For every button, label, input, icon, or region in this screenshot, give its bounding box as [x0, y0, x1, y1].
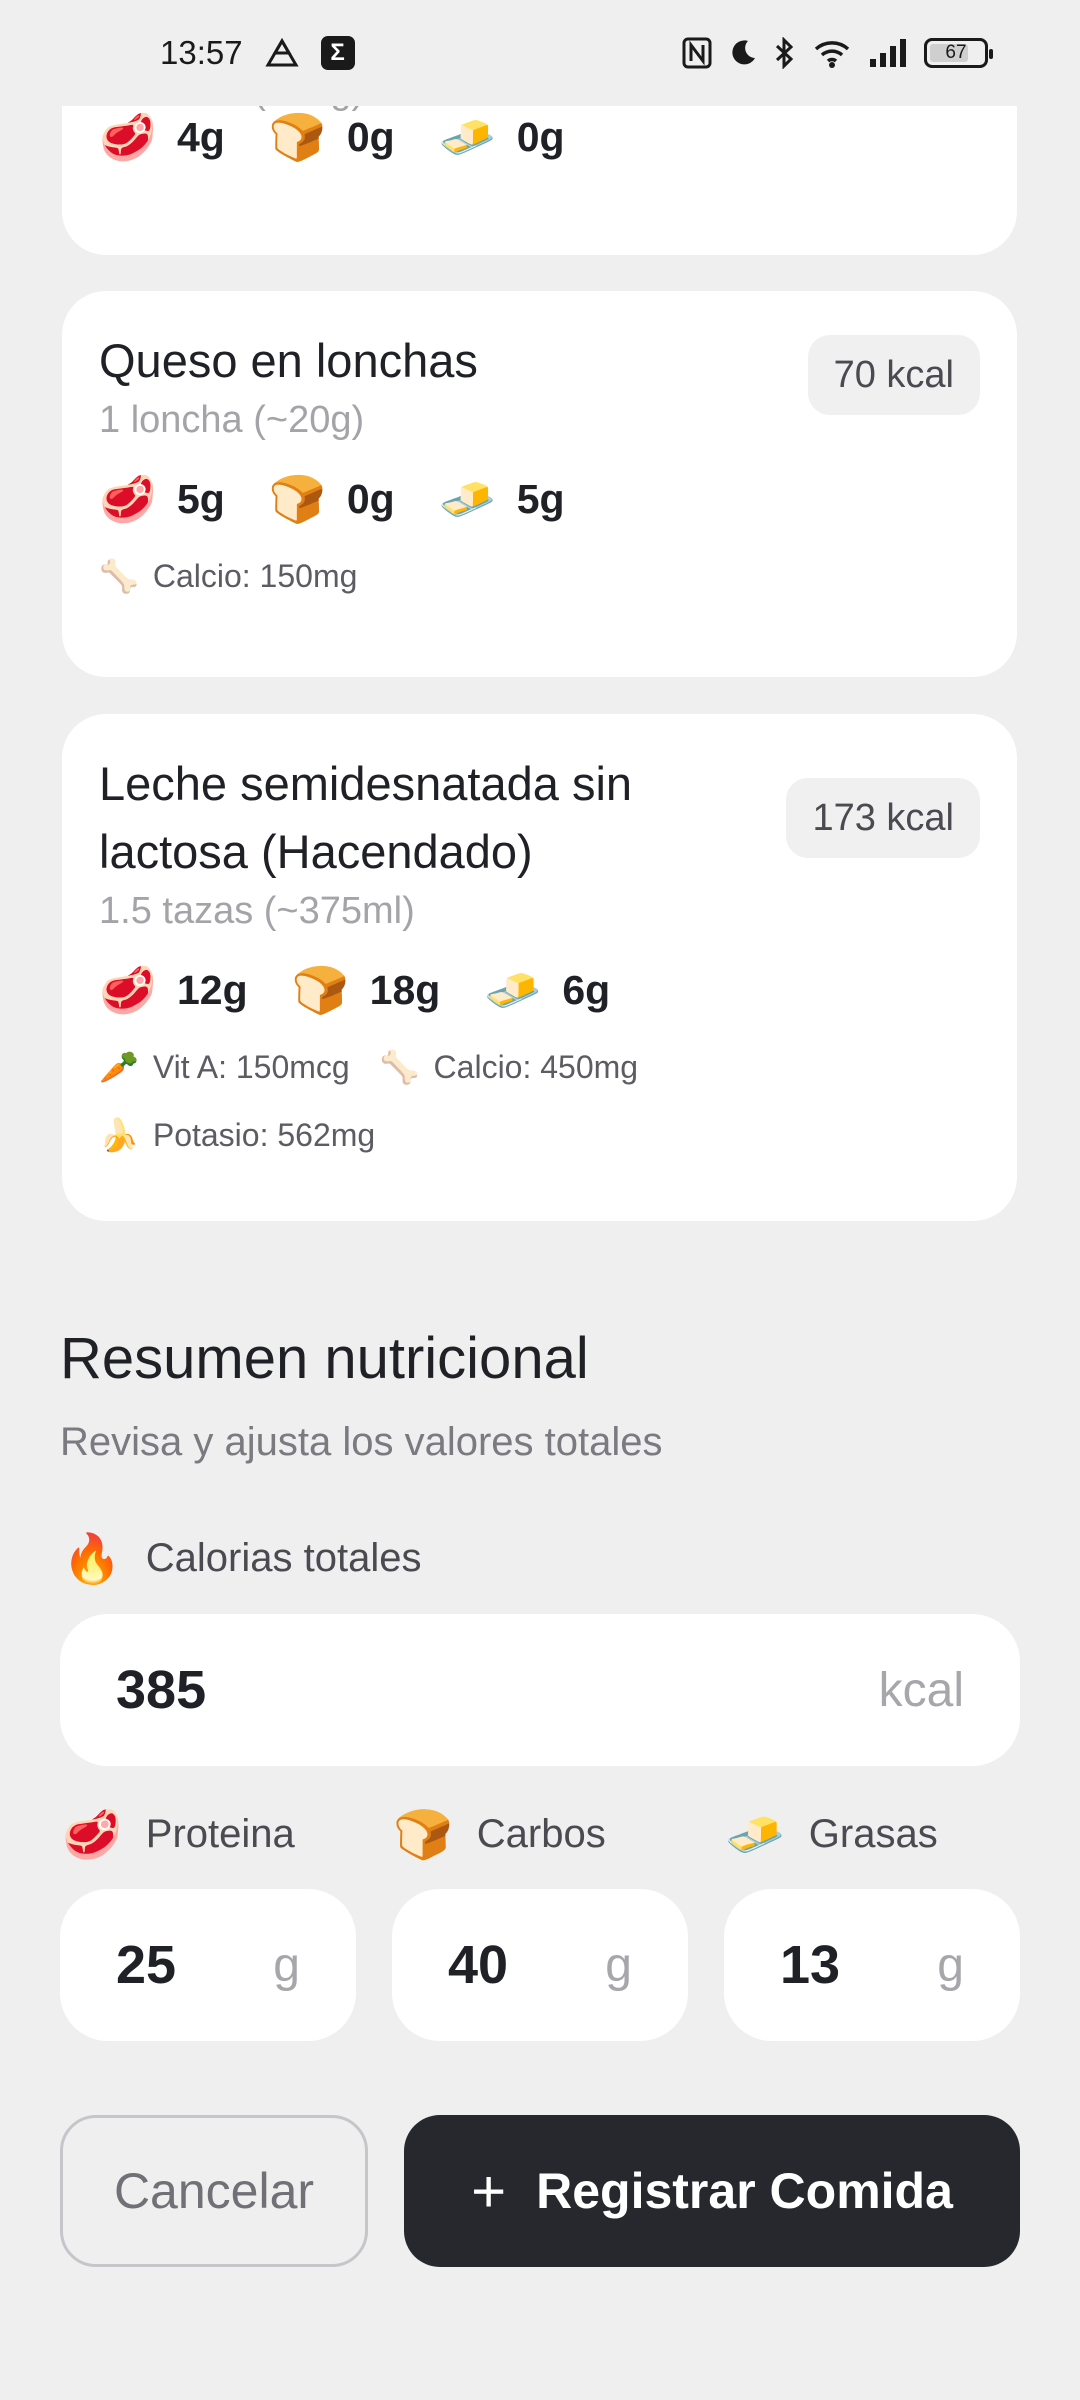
- calories-value[interactable]: 385: [116, 1659, 206, 1721]
- battery-level: 67: [945, 42, 967, 63]
- kcal-badge: 173 kcal: [786, 778, 980, 858]
- meat-icon: 🥩: [62, 1809, 122, 1862]
- status-bar: 13:57 Σ 67: [0, 0, 1080, 106]
- bread-icon: 🍞: [268, 473, 327, 525]
- cancel-button[interactable]: Cancelar: [60, 2115, 368, 2267]
- protein-label-text: Proteina: [145, 1812, 295, 1856]
- bone-icon: 🦴: [99, 558, 139, 594]
- calories-unit: kcal: [878, 1663, 964, 1717]
- signal-icon: [868, 37, 908, 69]
- food-portion: 1.5 tazas (~375ml): [99, 890, 415, 932]
- fat-value: 0g: [516, 114, 565, 160]
- food-card[interactable]: 70 kcal Queso en lonchas 1 loncha (~20g)…: [62, 291, 1017, 677]
- protein-value: 4g: [177, 114, 225, 160]
- fire-icon: 🔥: [62, 1533, 122, 1586]
- butter-icon: 🧈: [725, 1809, 785, 1862]
- micros-row: 🦴 Calcio: 150mg: [99, 557, 980, 595]
- carbs-value: 18g: [369, 967, 441, 1013]
- summary-subtitle: Revisa y ajusta los valores totales: [60, 1420, 663, 1464]
- meat-icon: 🥩: [99, 473, 157, 525]
- protein-value: 12g: [177, 967, 248, 1013]
- status-time: 13:57: [160, 34, 243, 71]
- register-meal-label: Registrar Comida: [536, 2163, 953, 2219]
- micro-label: Potasio: 562mg: [152, 1116, 376, 1153]
- bread-icon: 🍞: [393, 1809, 453, 1862]
- moon-icon: [728, 38, 758, 68]
- register-meal-button[interactable]: + Registrar Comida: [404, 2115, 1020, 2267]
- protein-label: 🥩 Proteina: [62, 1806, 295, 1863]
- carbs-value: 0g: [346, 476, 395, 522]
- carbs-label-text: Carbos: [476, 1812, 606, 1856]
- bluetooth-icon: [774, 37, 796, 69]
- wifi-icon: [812, 37, 852, 69]
- bone-icon: 🦴: [379, 1049, 420, 1085]
- fats-label: 🧈 Grasas: [725, 1806, 938, 1863]
- protein-input[interactable]: 25 g: [60, 1889, 356, 2041]
- plus-icon: +: [471, 2157, 507, 2225]
- nfc-icon: [682, 37, 712, 69]
- calories-input[interactable]: 385 kcal: [60, 1614, 1020, 1766]
- calories-label-text: Calorias totales: [145, 1536, 422, 1580]
- macros-row: 🥩 4g 🍞 0g 🧈 0g: [99, 110, 609, 165]
- drive-icon: [264, 38, 299, 68]
- fats-unit: g: [937, 1938, 964, 1992]
- fat-value: 5g: [516, 476, 565, 522]
- fats-input[interactable]: 13 g: [724, 1889, 1020, 2041]
- macros-row: 🥩 12g 🍞 18g 🧈 6g: [99, 963, 980, 1018]
- carbs-unit: g: [605, 1938, 632, 1992]
- calories-label: 🔥 Calorias totales: [62, 1530, 421, 1587]
- meat-icon: 🥩: [99, 111, 157, 163]
- butter-icon: 🧈: [484, 964, 542, 1016]
- protein-value: 5g: [177, 476, 225, 522]
- micro-label: Calcio: 450mg: [433, 1048, 639, 1085]
- carrot-icon: 🥕: [99, 1049, 139, 1085]
- summary-title: Resumen nutricional: [60, 1326, 589, 1391]
- banana-icon: 🍌: [99, 1117, 139, 1153]
- kcal-badge: 70 kcal: [807, 335, 980, 415]
- carbs-input[interactable]: 40 g: [392, 1889, 688, 2041]
- micro-label: Calcio: 150mg: [152, 557, 358, 594]
- butter-icon: 🧈: [438, 111, 496, 163]
- battery-icon: 67: [924, 38, 993, 68]
- bread-icon: 🍞: [291, 964, 349, 1016]
- food-title: Leche semidesnatada sin lactosa (Hacenda…: [99, 757, 633, 878]
- fats-total-value[interactable]: 13: [780, 1934, 840, 1996]
- butter-icon: 🧈: [438, 473, 496, 525]
- carbs-value: 0g: [346, 114, 395, 160]
- app-badge-icon: Σ: [320, 36, 355, 70]
- fats-label-text: Grasas: [808, 1812, 938, 1856]
- protein-unit: g: [273, 1938, 300, 1992]
- micro-label: Vit A: 150mcg: [152, 1048, 350, 1085]
- carbs-total-value[interactable]: 40: [448, 1934, 508, 1996]
- bread-icon: 🍞: [268, 111, 327, 163]
- protein-total-value[interactable]: 25: [116, 1934, 176, 1996]
- macros-row: 🥩 5g 🍞 0g 🧈 5g: [99, 472, 980, 527]
- micros-row: 🥕 Vit A: 150mcg 🦴 Calcio: 450mg 🍌 Potasio: …: [99, 1048, 799, 1154]
- food-title: Queso en lonchas: [99, 334, 478, 387]
- meat-icon: 🥩: [99, 964, 157, 1016]
- carbs-label: 🍞 Carbos: [393, 1806, 606, 1863]
- food-card[interactable]: 173 kcal Leche semidesnatada sin lactosa…: [62, 714, 1017, 1221]
- fat-value: 6g: [562, 967, 611, 1013]
